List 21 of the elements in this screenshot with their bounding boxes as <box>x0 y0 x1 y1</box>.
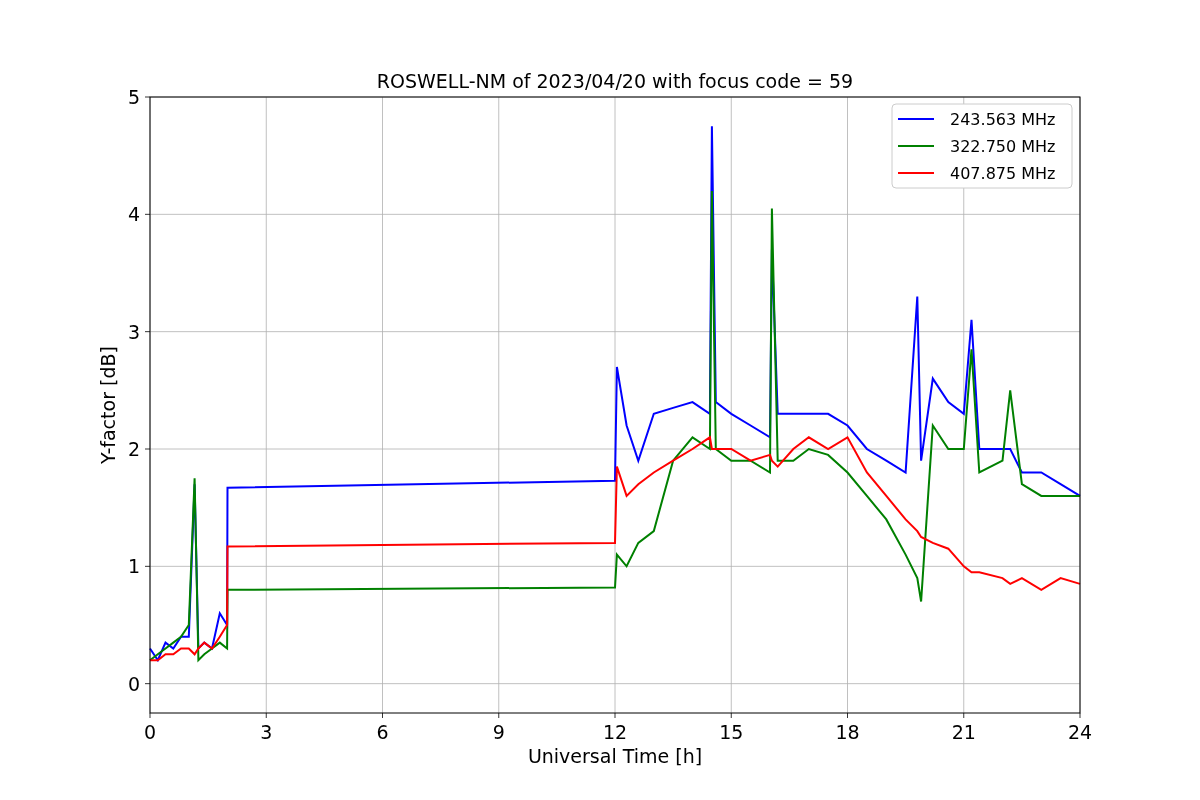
x-tick-label: 6 <box>376 721 389 743</box>
x-tick-label: 0 <box>143 721 157 743</box>
x-tick-label: 15 <box>719 721 744 743</box>
y-tick-label: 4 <box>127 203 140 226</box>
legend-label: 407.875 MHz <box>950 164 1056 183</box>
chart-title: ROSWELL-NM of 2023/04/20 with focus code = 59 <box>376 70 854 92</box>
legend-label: 322.750 MHz <box>950 137 1056 156</box>
x-tick-label: 18 <box>835 721 860 743</box>
y-tick-label: 5 <box>127 86 140 108</box>
y-tick-label: 3 <box>127 320 140 343</box>
y-tick-label: 1 <box>127 555 140 578</box>
x-tick-label: 21 <box>951 721 976 743</box>
x-tick-label: 9 <box>492 721 505 743</box>
y-tick-label: 2 <box>127 438 140 460</box>
x-tick-label: 24 <box>1067 721 1093 743</box>
y-axis-label: Y-factor [dB] <box>97 346 119 464</box>
x-tick-label: 3 <box>260 721 273 743</box>
y-tick-label: 0 <box>127 672 140 695</box>
x-axis-label: Universal Time [h] <box>527 745 703 767</box>
legend-label: 243.563 MHz <box>950 110 1056 129</box>
x-tick-label: 12 <box>602 721 628 743</box>
